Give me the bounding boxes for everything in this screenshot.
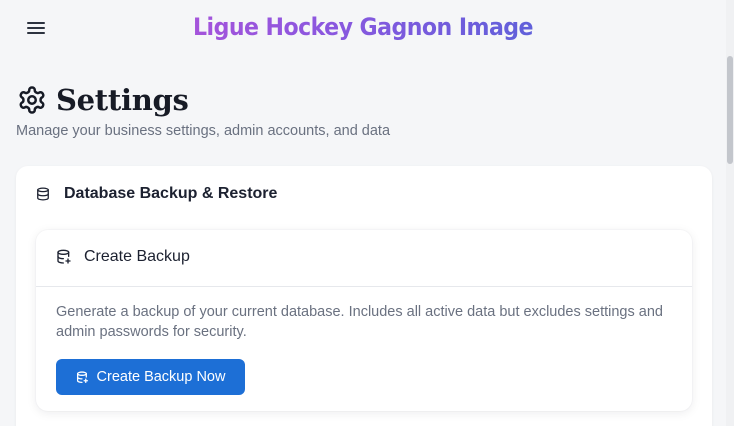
page-title-row: Settings <box>17 83 189 117</box>
database-icon <box>37 187 49 201</box>
brand-title: Ligue Hockey Gagnon Image <box>29 13 697 41</box>
create-backup-now-label: Create Backup Now <box>96 369 226 385</box>
create-backup-now-button[interactable]: Create Backup Now <box>56 359 245 395</box>
scrollbar-thumb[interactable] <box>727 56 733 164</box>
panel-title: Create Backup <box>84 248 190 265</box>
create-backup-panel: Create Backup Generate a backup of your … <box>36 230 692 411</box>
card-header: Database Backup & Restore <box>36 185 277 203</box>
database-plus-icon <box>76 370 88 383</box>
gear-icon <box>19 86 45 114</box>
card-title: Database Backup & Restore <box>64 185 278 202</box>
panel-divider <box>36 286 692 287</box>
top-bar: Ligue Hockey Gagnon Image <box>0 0 726 56</box>
page-scrollbar[interactable] <box>726 0 734 426</box>
page-subtitle: Manage your business settings, admin acc… <box>16 123 391 139</box>
database-backup-card: Database Backup & Restore Create Backup … <box>16 166 712 426</box>
panel-header: Create Backup <box>56 248 190 266</box>
page-title: Settings <box>56 83 189 117</box>
database-plus-icon <box>57 249 71 264</box>
panel-description: Generate a backup of your current databa… <box>56 304 663 340</box>
